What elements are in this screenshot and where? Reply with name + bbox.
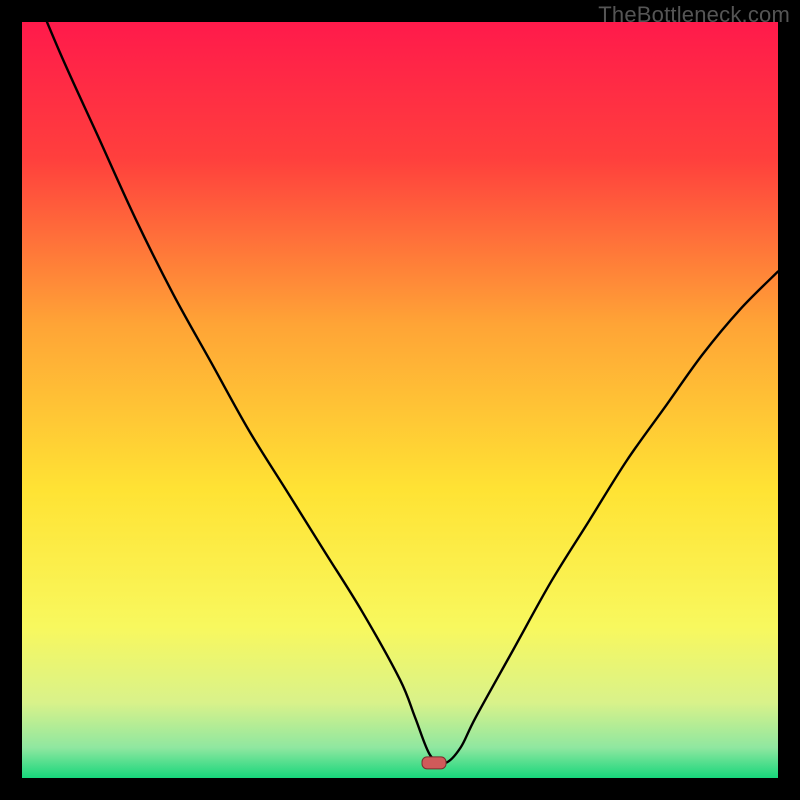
gradient-background [22,22,778,778]
chart-container: TheBottleneck.com [0,0,800,800]
plot-area [22,22,778,778]
chart-svg [22,22,778,778]
optimal-marker [422,757,446,769]
